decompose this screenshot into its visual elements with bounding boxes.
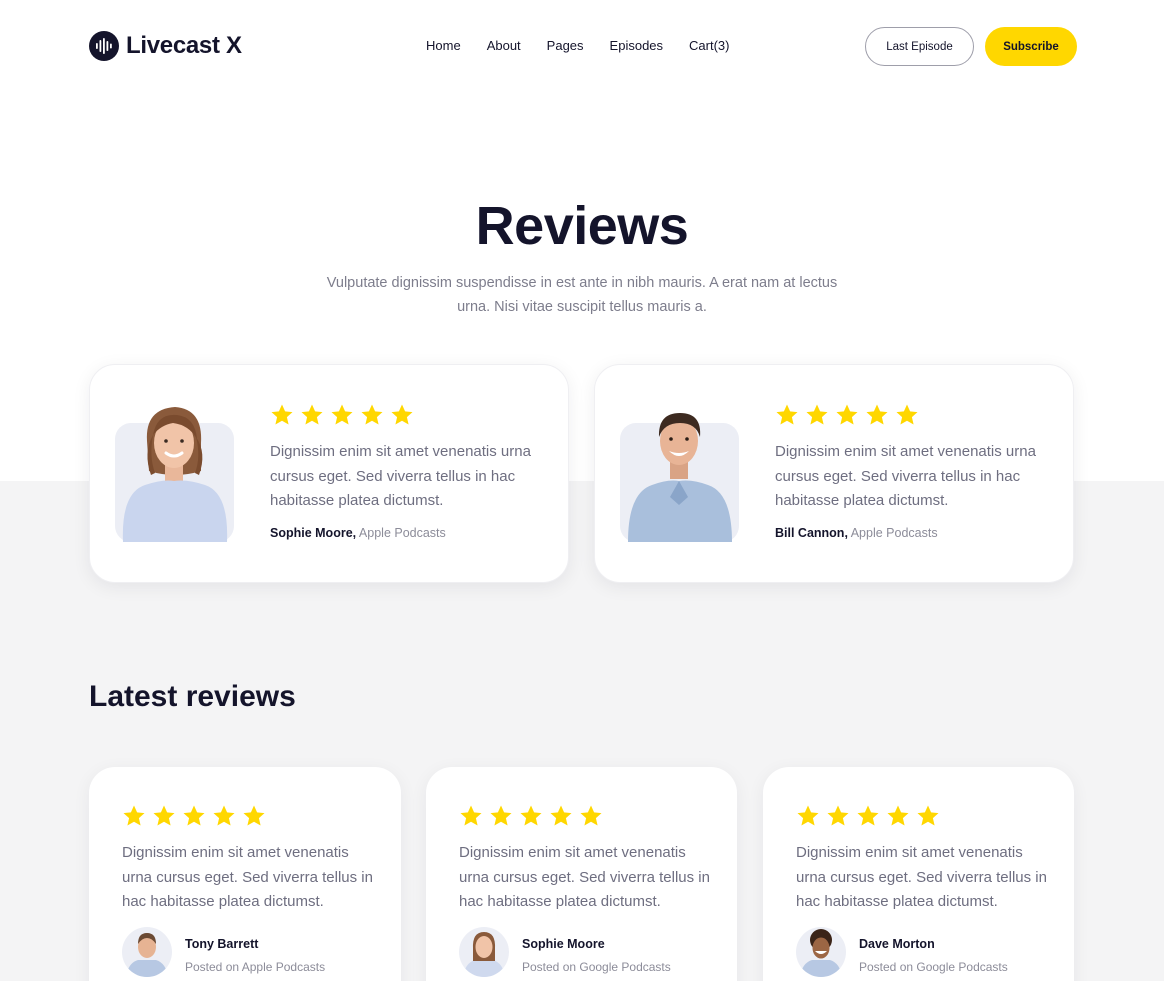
star-rating <box>122 804 266 828</box>
review-text: Dignissim enim sit amet venenatis urna c… <box>796 844 1047 910</box>
review-author: Dave Morton Posted on Google Podcasts <box>796 927 1008 977</box>
star-icon <box>153 805 175 826</box>
review-card: Dignissim enim sit amet venenatis urna c… <box>89 767 401 981</box>
star-rating <box>459 804 603 828</box>
reviewer-name: Tony Barrett <box>185 937 259 951</box>
last-episode-button[interactable]: Last Episode <box>865 27 974 66</box>
star-icon <box>213 805 235 826</box>
star-icon <box>917 805 939 826</box>
section-title: Latest reviews <box>89 680 296 713</box>
avatar <box>796 927 846 977</box>
nav-item-pages[interactable]: Pages <box>547 38 584 53</box>
page-title: Reviews <box>475 196 689 256</box>
star-icon <box>331 404 353 425</box>
review-author: Sophie Moore Posted on Google Podcasts <box>459 927 671 977</box>
star-icon <box>580 805 602 826</box>
star-rating <box>775 403 919 427</box>
review-source: Posted on Google Podcasts <box>522 960 671 974</box>
review-byline: Sophie Moore, Apple Podcasts <box>270 526 446 540</box>
star-icon <box>866 404 888 425</box>
avatar <box>459 927 509 977</box>
nav-item-about[interactable]: About <box>487 38 521 53</box>
star-icon <box>123 805 145 826</box>
star-icon <box>550 805 572 826</box>
main-nav: Home About Pages Episodes Cart(3) <box>426 38 729 53</box>
star-icon <box>797 805 819 826</box>
avatar <box>115 407 234 542</box>
brand-name: Livecast X <box>126 32 242 59</box>
star-icon <box>857 805 879 826</box>
reviewer-name: Sophie Moore, <box>270 526 357 540</box>
star-icon <box>460 805 482 826</box>
star-icon <box>243 805 265 826</box>
site-header: Livecast X Home About Pages Episodes Car… <box>0 0 1164 94</box>
review-card: Dignissim enim sit amet venenatis urna c… <box>426 767 737 981</box>
review-card: Dignissim enim sit amet venenatis urna c… <box>763 767 1074 981</box>
review-text: Dignissim enim sit amet venenatis urna c… <box>775 443 1036 509</box>
star-icon <box>361 404 383 425</box>
review-author: Tony Barrett Posted on Apple Podcasts <box>122 927 325 977</box>
reviewer-name: Dave Morton <box>859 937 935 951</box>
star-icon <box>391 404 413 425</box>
nav-item-cart[interactable]: Cart(3) <box>689 38 729 53</box>
star-icon <box>896 404 918 425</box>
review-text: Dignissim enim sit amet venenatis urna c… <box>270 443 531 509</box>
review-source: Posted on Apple Podcasts <box>185 960 326 974</box>
review-source: Apple Podcasts <box>358 526 446 540</box>
star-rating <box>796 804 940 828</box>
star-icon <box>490 805 512 826</box>
review-text: Dignissim enim sit amet venenatis urna c… <box>459 844 710 910</box>
star-icon <box>520 805 542 826</box>
reviewer-name: Bill Cannon, <box>775 526 848 540</box>
featured-review-card: Dignissim enim sit amet venenatis urna c… <box>89 364 569 583</box>
star-icon <box>271 404 293 425</box>
review-source: Posted on Google Podcasts <box>859 960 1008 974</box>
star-icon <box>806 404 828 425</box>
page-subtitle: Vulputate dignissim suspendisse in est a… <box>326 275 838 315</box>
star-icon <box>183 805 205 826</box>
avatar <box>122 927 172 977</box>
avatar <box>620 413 739 542</box>
review-text: Dignissim enim sit amet venenatis urna c… <box>122 844 373 910</box>
star-icon <box>301 404 323 425</box>
soundwave-icon <box>89 31 119 61</box>
star-icon <box>836 404 858 425</box>
star-icon <box>776 404 798 425</box>
star-icon <box>827 805 849 826</box>
nav-item-home[interactable]: Home <box>426 38 461 53</box>
reviewer-name: Sophie Moore <box>522 937 605 951</box>
featured-review-card: Dignissim enim sit amet venenatis urna c… <box>594 364 1074 583</box>
subscribe-button[interactable]: Subscribe <box>985 27 1077 66</box>
review-byline: Bill Cannon, Apple Podcasts <box>775 526 938 540</box>
review-source: Apple Podcasts <box>850 526 938 540</box>
brand-logo[interactable]: Livecast X <box>89 31 242 61</box>
star-icon <box>887 805 909 826</box>
nav-item-episodes[interactable]: Episodes <box>610 38 663 53</box>
star-rating <box>270 403 414 427</box>
